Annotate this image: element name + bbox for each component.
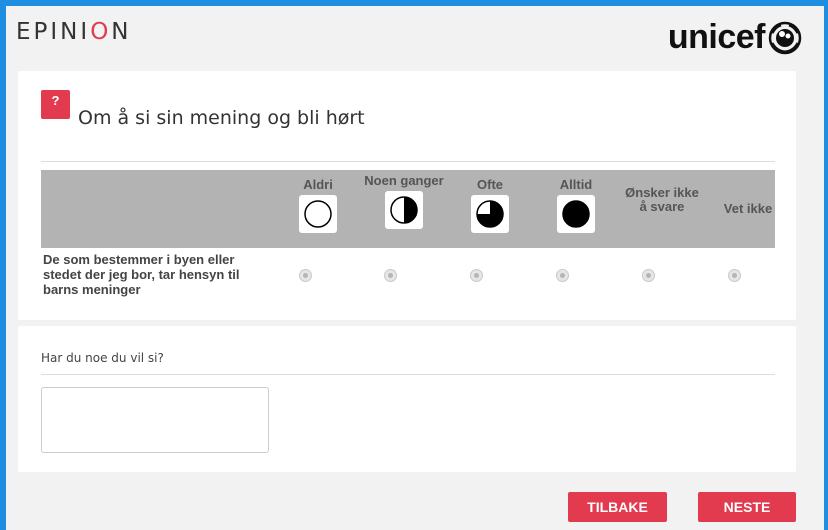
full-circle-icon bbox=[557, 195, 595, 233]
empty-circle-icon bbox=[299, 195, 337, 233]
scale-column-vet-ikke: Vet ikke bbox=[708, 170, 788, 248]
scale-label: Ofte bbox=[477, 177, 503, 192]
radio-ofte[interactable] bbox=[470, 269, 483, 282]
divider bbox=[41, 161, 775, 162]
unicef-logo-text: unicef bbox=[667, 18, 766, 56]
question-card: ? Om å si sin mening og bli hørt Aldri N… bbox=[18, 71, 796, 320]
radio-onsker-ikke-a-svare[interactable] bbox=[642, 269, 655, 282]
comment-label: Har du noe du vil si? bbox=[41, 351, 164, 365]
question-title: Om å si sin mening og bli hørt bbox=[78, 107, 365, 129]
half-circle-icon bbox=[385, 191, 423, 229]
logo-text-part: N bbox=[111, 19, 132, 45]
radio-vet-ikke[interactable] bbox=[728, 269, 741, 282]
radio-noen-ganger[interactable] bbox=[384, 269, 397, 282]
scale-column-alltid: Alltid bbox=[536, 170, 616, 248]
unicef-emblem-icon bbox=[768, 21, 802, 54]
statement-label: De som bestemmer i byen eller stedet der… bbox=[43, 252, 240, 297]
epinion-logo: EPINION bbox=[16, 19, 132, 45]
unicef-logo: unicef bbox=[668, 18, 802, 57]
scale-label: Aldri bbox=[303, 177, 333, 192]
next-button[interactable]: NESTE bbox=[698, 492, 796, 522]
radio-aldri[interactable] bbox=[299, 269, 312, 282]
scale-label: Noen ganger bbox=[364, 173, 444, 188]
scale-column-aldri: Aldri bbox=[278, 170, 358, 248]
scale-label: Vet ikke bbox=[723, 201, 773, 216]
divider bbox=[41, 374, 775, 375]
scale-column-onsker-ikke-a-svare: Ønsker ikke å svare bbox=[622, 170, 702, 248]
scale-header: Aldri Noen ganger Ofte Alltid Ønsker ikk… bbox=[41, 170, 775, 248]
three-quarter-circle-icon bbox=[471, 195, 509, 233]
back-button[interactable]: TILBAKE bbox=[568, 492, 667, 522]
logo-text-accent: O bbox=[90, 19, 112, 45]
scale-label: Alltid bbox=[559, 177, 593, 192]
logo-text-part: EPINI bbox=[16, 19, 91, 45]
comment-textarea[interactable] bbox=[41, 387, 269, 453]
scale-column-ofte: Ofte bbox=[450, 170, 530, 248]
scale-label: Ønsker ikke å svare bbox=[625, 185, 699, 214]
scale-column-noen-ganger: Noen ganger bbox=[364, 170, 444, 248]
survey-frame: EPINION unicef ? Om å si sin mening og b… bbox=[6, 6, 824, 530]
question-badge: ? bbox=[41, 90, 70, 119]
comment-card: Har du noe du vil si? bbox=[18, 326, 796, 472]
radio-alltid[interactable] bbox=[556, 269, 569, 282]
header: EPINION unicef bbox=[6, 6, 824, 66]
